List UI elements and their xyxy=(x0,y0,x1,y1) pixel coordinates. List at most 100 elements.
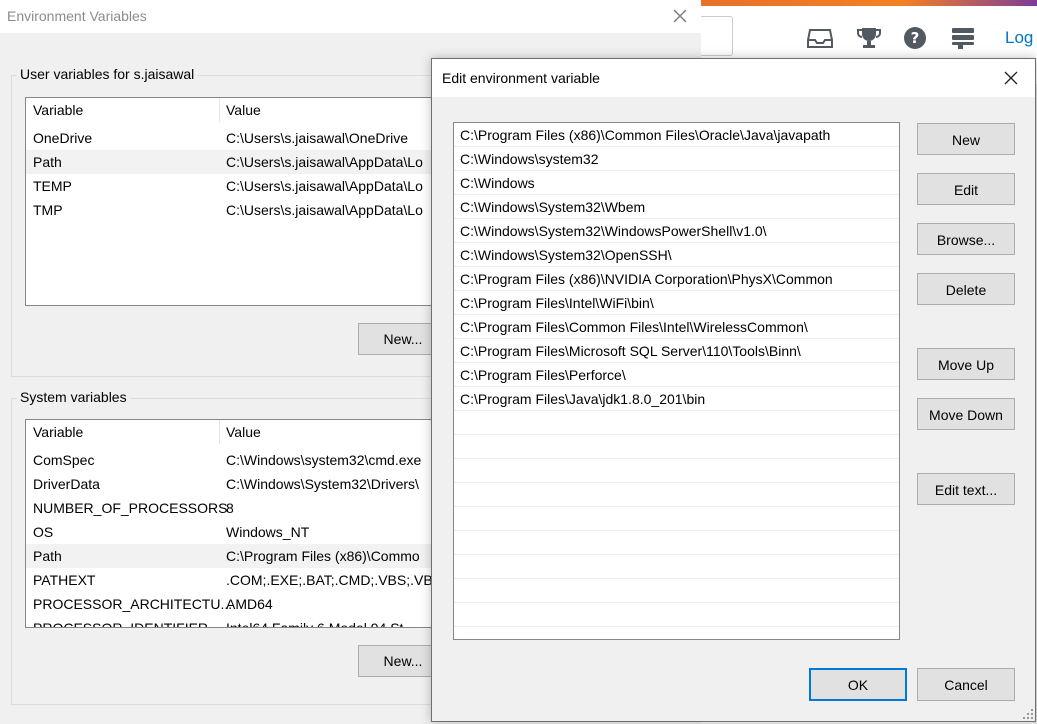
list-item[interactable]: C:\Program Files\Perforce\ xyxy=(454,363,899,387)
path-entry: C:\Windows\System32\OpenSSH\ xyxy=(460,247,672,263)
empty-list-slot[interactable] xyxy=(454,459,899,483)
system-variables-list[interactable]: Variable Value ComSpec C:\Windows\system… xyxy=(25,419,447,628)
value-cell: 8 xyxy=(226,500,234,516)
variable-cell: DriverData xyxy=(33,476,100,492)
cancel-button[interactable]: Cancel xyxy=(917,668,1015,701)
list-item[interactable]: C:\Windows\System32\OpenSSH\ xyxy=(454,243,899,267)
path-entry: C:\Windows\System32\WindowsPowerShell\v1… xyxy=(460,223,767,239)
title-bar: Edit environment variable xyxy=(432,59,1035,97)
empty-list-slot[interactable] xyxy=(454,507,899,531)
variable-cell: ComSpec xyxy=(33,452,95,468)
table-row[interactable]: PROCESSOR_IDENTIFIER Intel64 Family 6 Mo… xyxy=(26,616,446,628)
table-row-selected[interactable]: Path C:\Users\s.jaisawal\AppData\Lo xyxy=(26,150,446,174)
value-cell: .COM;.EXE;.BAT;.CMD;.VBS;.VBE; xyxy=(226,572,446,588)
empty-list-slot[interactable] xyxy=(454,603,899,627)
table-row-selected[interactable]: Path C:\Program Files (x86)\Commo xyxy=(26,544,446,568)
column-header-variable[interactable]: Variable xyxy=(33,102,83,118)
table-row[interactable]: PATHEXT .COM;.EXE;.BAT;.CMD;.VBS;.VBE; xyxy=(26,568,446,592)
trophy-icon[interactable] xyxy=(856,26,882,50)
empty-list-slot[interactable] xyxy=(454,579,899,603)
list-item[interactable]: C:\Windows\system32 xyxy=(454,147,899,171)
list-item[interactable]: C:\Program Files (x86)\Common Files\Orac… xyxy=(454,123,899,147)
column-header-value[interactable]: Value xyxy=(226,102,261,118)
browse-button[interactable]: Browse... xyxy=(917,223,1015,255)
empty-list-slot[interactable] xyxy=(454,531,899,555)
table-row[interactable]: TEMP C:\Users\s.jaisawal\AppData\Lo xyxy=(26,174,446,198)
list-item[interactable]: C:\Windows xyxy=(454,171,899,195)
review-queue-icon[interactable] xyxy=(950,26,976,50)
column-header-variable[interactable]: Variable xyxy=(33,424,83,440)
user-variables-list[interactable]: Variable Value OneDrive C:\Users\s.jaisa… xyxy=(25,97,447,306)
value-cell: Windows_NT xyxy=(226,524,310,540)
table-row[interactable]: OS Windows_NT xyxy=(26,520,446,544)
value-cell: C:\Program Files (x86)\Commo xyxy=(226,548,420,564)
delete-button[interactable]: Delete xyxy=(917,273,1015,305)
edit-button[interactable]: Edit xyxy=(917,173,1015,205)
table-row[interactable]: TMP C:\Users\s.jaisawal\AppData\Lo xyxy=(26,198,446,222)
move-down-button[interactable]: Move Down xyxy=(917,398,1015,430)
value-cell: C:\Users\s.jaisawal\AppData\Lo xyxy=(226,154,423,170)
value-cell: C:\Windows\System32\Drivers\ xyxy=(226,476,419,492)
column-header-value[interactable]: Value xyxy=(226,424,261,440)
login-link[interactable]: Log xyxy=(1005,28,1033,48)
variable-cell: PATHEXT xyxy=(33,572,96,588)
list-item[interactable]: C:\Program Files\Common Files\Intel\Wire… xyxy=(454,315,899,339)
help-icon[interactable]: ? xyxy=(902,26,928,50)
list-item[interactable]: C:\Program Files\Intel\WiFi\bin\ xyxy=(454,291,899,315)
move-up-button[interactable]: Move Up xyxy=(917,348,1015,380)
new-button[interactable]: New xyxy=(917,123,1015,155)
variable-cell: NUMBER_OF_PROCESSORS xyxy=(33,500,228,516)
table-row[interactable]: DriverData C:\Windows\System32\Drivers\ xyxy=(26,472,446,496)
inbox-icon[interactable] xyxy=(807,26,833,50)
variable-cell: OneDrive xyxy=(33,130,93,146)
close-icon[interactable] xyxy=(668,4,692,28)
svg-text:?: ? xyxy=(911,29,920,47)
value-cell: C:\Windows\system32\cmd.exe xyxy=(226,452,422,468)
path-entry: C:\Program Files\Java\jdk1.8.0_201\bin xyxy=(460,391,706,407)
variable-cell: PROCESSOR_ARCHITECTU... xyxy=(33,596,233,612)
list-item[interactable]: C:\Program Files\Microsoft SQL Server\11… xyxy=(454,339,899,363)
user-variables-label: User variables for s.jaisawal xyxy=(17,66,198,82)
value-cell: C:\Users\s.jaisawal\AppData\Lo xyxy=(226,202,423,218)
window-title: Environment Variables xyxy=(7,8,147,24)
ok-button[interactable]: OK xyxy=(809,668,907,701)
path-entry: C:\Program Files\Perforce\ xyxy=(460,367,626,383)
value-cell: C:\Users\s.jaisawal\OneDrive xyxy=(226,130,409,146)
variable-cell: Path xyxy=(33,548,62,564)
empty-list-slot[interactable] xyxy=(454,411,899,435)
system-variables-label: System variables xyxy=(17,389,130,405)
close-icon[interactable] xyxy=(1000,67,1022,89)
list-item[interactable]: C:\Windows\System32\WindowsPowerShell\v1… xyxy=(454,219,899,243)
path-entry: C:\Program Files\Microsoft SQL Server\11… xyxy=(460,343,801,359)
list-item[interactable]: C:\Program Files\Java\jdk1.8.0_201\bin xyxy=(454,387,899,411)
value-cell: AMD64 xyxy=(226,596,273,612)
path-entry: C:\Program Files (x86)\NVIDIA Corporatio… xyxy=(460,271,833,287)
column-separator[interactable] xyxy=(219,98,220,122)
variable-cell: PROCESSOR_IDENTIFIER xyxy=(33,620,209,628)
path-entry: C:\Windows\system32 xyxy=(460,151,599,167)
empty-list-slot[interactable] xyxy=(454,483,899,507)
path-entry: C:\Program Files (x86)\Common Files\Orac… xyxy=(460,127,831,143)
table-row[interactable]: ComSpec C:\Windows\system32\cmd.exe xyxy=(26,448,446,472)
dialog-title: Edit environment variable xyxy=(442,70,600,86)
value-cell: C:\Users\s.jaisawal\AppData\Lo xyxy=(226,178,423,194)
table-row[interactable]: NUMBER_OF_PROCESSORS 8 xyxy=(26,496,446,520)
path-entry: C:\Windows\System32\Wbem xyxy=(460,199,646,215)
list-item[interactable]: C:\Windows\System32\Wbem xyxy=(454,195,899,219)
table-row[interactable]: PROCESSOR_ARCHITECTU... AMD64 xyxy=(26,592,446,616)
variable-cell: OS xyxy=(33,524,54,540)
variable-cell: TMP xyxy=(33,202,63,218)
value-cell: Intel64 Family 6 Model 94 St xyxy=(226,620,404,628)
empty-list-slot[interactable] xyxy=(454,555,899,579)
browser-top-accent xyxy=(701,0,1037,6)
column-separator[interactable] xyxy=(219,420,220,444)
edit-text-button[interactable]: Edit text... xyxy=(917,473,1015,505)
path-entries-list[interactable]: C:\Program Files (x86)\Common Files\Orac… xyxy=(453,122,900,640)
edit-environment-variable-dialog: Edit environment variable C:\Program Fil… xyxy=(431,58,1036,722)
empty-list-slot[interactable] xyxy=(454,435,899,459)
title-bar: Environment Variables xyxy=(0,0,701,33)
list-item[interactable]: C:\Program Files (x86)\NVIDIA Corporatio… xyxy=(454,267,899,291)
table-row[interactable]: OneDrive C:\Users\s.jaisawal\OneDrive xyxy=(26,126,446,150)
list-header: Variable Value xyxy=(26,420,446,444)
resize-grip-icon[interactable] xyxy=(1023,709,1033,719)
